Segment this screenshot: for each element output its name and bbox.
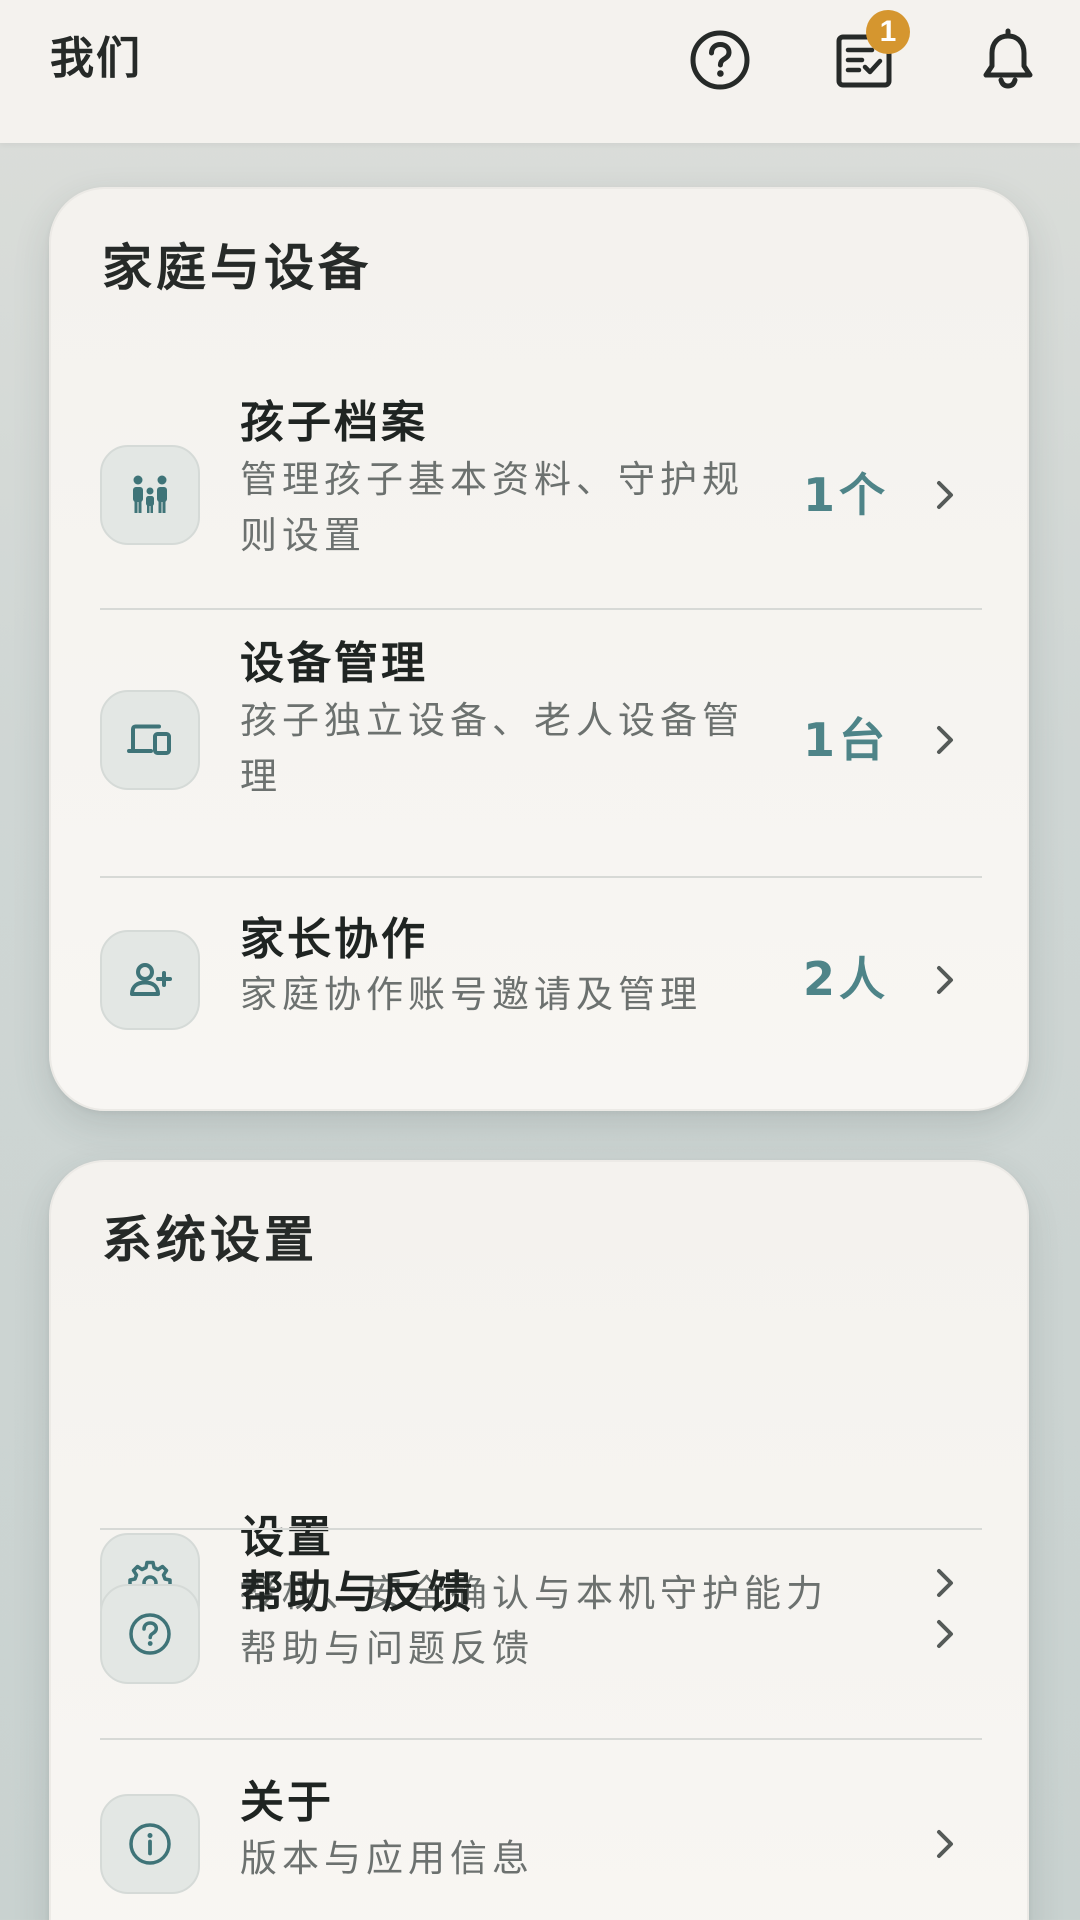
row-title: 帮助与反馈 xyxy=(240,1567,475,1618)
bell-icon xyxy=(983,28,1033,89)
section-title: 家庭与设备 xyxy=(102,239,372,297)
about-row[interactable]: 关于 版本与应用信息 xyxy=(51,1740,1031,1920)
row-subtitle: 帮助与问题反馈 xyxy=(240,1627,534,1670)
family-icon-tile xyxy=(100,445,200,545)
count-label: 2人 xyxy=(802,952,889,1006)
info-icon-tile xyxy=(100,1794,200,1894)
parent-collaboration-row[interactable]: 家长协作 家庭协作账号邀请及管理 2人 xyxy=(51,878,1031,1111)
help-icon-tile xyxy=(100,1584,200,1684)
count-label: 1个 xyxy=(802,468,889,522)
row-subtitle: 版本与应用信息 xyxy=(240,1837,534,1880)
family-icon xyxy=(133,475,167,513)
chevron-right-icon xyxy=(927,1616,963,1652)
device-management-row[interactable]: 设备管理 孩子独立设备、老人设备管理 1台 xyxy=(51,610,1031,874)
help-circle-icon xyxy=(129,1613,171,1655)
child-profile-row[interactable]: 孩子档案 管理孩子基本资料、守护规则设置 1个 xyxy=(51,369,1031,606)
page-title: 我们 xyxy=(50,33,142,84)
row-title: 孩子档案 xyxy=(240,397,428,448)
count-label: 1台 xyxy=(802,713,889,767)
row-title: 家长协作 xyxy=(240,914,428,965)
add-person-icon xyxy=(130,963,172,996)
row-subtitle: 家庭协作账号邀请及管理 xyxy=(240,973,702,1016)
chevron-right-icon xyxy=(927,722,963,758)
help-button[interactable] xyxy=(684,24,756,96)
notification-badge: 1 xyxy=(866,10,910,54)
row-subtitle: 管理孩子基本资料、守护规则设置 xyxy=(240,458,744,557)
tasks-button[interactable]: 1 xyxy=(828,10,910,96)
devices-icon xyxy=(127,724,171,755)
system-settings-card: 系统设置 设置 授权、安全确认与本机守护能力 帮助与反馈 帮助与问题反馈 关于 … xyxy=(49,1160,1029,1920)
chevron-right-icon xyxy=(927,477,963,513)
row-title: 设备管理 xyxy=(240,638,428,689)
chevron-right-icon xyxy=(927,1826,963,1862)
family-devices-card: 家庭与设备 孩子档案 管理孩子基本资料、守护规则设置 1个 设备管理 孩子独立设… xyxy=(49,187,1029,1111)
help-feedback-row[interactable]: 帮助与反馈 帮助与问题反馈 xyxy=(51,1530,1031,1738)
notifications-button[interactable] xyxy=(972,24,1044,96)
help-circle-icon xyxy=(690,30,750,90)
row-title: 关于 xyxy=(240,1777,334,1828)
section-title: 系统设置 xyxy=(102,1211,318,1269)
add-person-icon-tile xyxy=(100,930,200,1030)
chevron-right-icon xyxy=(927,962,963,998)
row-subtitle: 孩子独立设备、老人设备管理 xyxy=(240,699,744,798)
devices-icon-tile xyxy=(100,690,200,790)
top-bar: 我们 1 xyxy=(0,0,1080,143)
info-icon xyxy=(129,1823,171,1865)
